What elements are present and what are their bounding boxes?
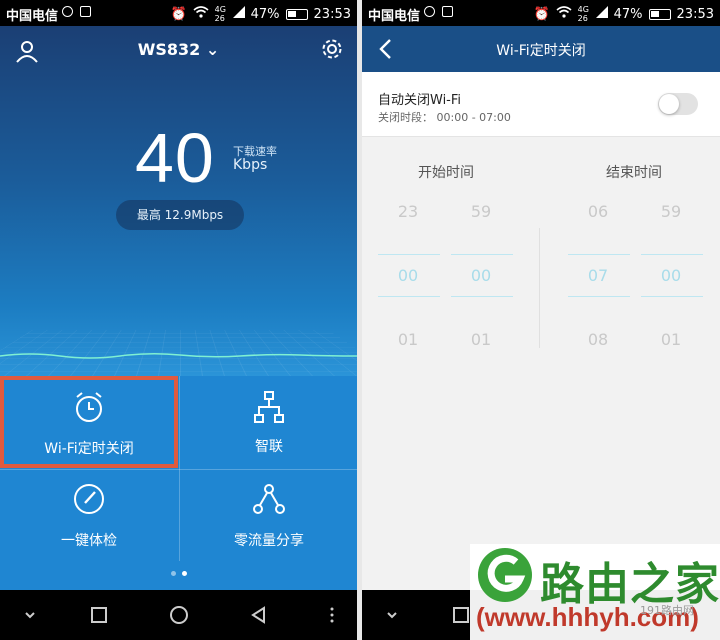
- selection-line: [451, 254, 513, 255]
- alarm-icon: ⏰: [533, 6, 550, 22]
- end-hour-prev[interactable]: 06: [568, 202, 628, 221]
- tile-wifi-timer[interactable]: Wi-Fi定时关闭: [0, 376, 178, 468]
- tile-zero-data-share[interactable]: 零流量分享: [180, 470, 357, 562]
- battery-percent: 47%: [250, 6, 280, 22]
- page-dot-active: [181, 571, 187, 576]
- start-hour-prev[interactable]: 23: [378, 202, 438, 221]
- image-icon: [442, 6, 453, 17]
- alarm-icon: ⏰: [170, 6, 187, 22]
- watermark-small-text: 191路由网: [640, 604, 694, 617]
- tile-label: 一键体检: [61, 533, 117, 549]
- status-bar: 中国电信 ⏰ 4G 26 47% 23:53: [362, 0, 720, 26]
- wifi-icon: [556, 6, 572, 22]
- speed-wave-line: [0, 352, 357, 359]
- watermark-logo-icon: [478, 548, 532, 602]
- selection-line: [451, 296, 513, 297]
- notification-icon: [424, 6, 435, 17]
- page-indicator: [0, 561, 357, 591]
- recent-apps-icon[interactable]: [89, 605, 109, 625]
- picker-separator: [539, 228, 540, 348]
- chevron-down-icon[interactable]: [20, 605, 40, 625]
- wifi-icon: [193, 6, 209, 22]
- download-speed-value: 40: [135, 119, 215, 197]
- tile-smart-link[interactable]: 智联: [180, 376, 357, 468]
- carrier-label: 中国电信: [368, 9, 421, 24]
- image-icon: [80, 6, 91, 17]
- start-hour-selected[interactable]: 00: [378, 266, 438, 285]
- selection-line: [641, 254, 703, 255]
- network-type-badge: 4G 26: [214, 5, 226, 23]
- start-hour-next[interactable]: 01: [378, 330, 438, 349]
- start-time-header: 开始时间: [418, 165, 474, 181]
- selection-line: [378, 296, 440, 297]
- more-icon[interactable]: [322, 605, 342, 625]
- signal-icon: [595, 6, 608, 22]
- chevron-down-icon: ⌄: [205, 40, 220, 59]
- page-dot: [170, 571, 176, 576]
- notification-icon: [62, 6, 73, 17]
- end-minute-selected[interactable]: 00: [641, 266, 701, 285]
- network-tree-icon: [254, 391, 284, 423]
- network-selector[interactable]: WS832 ⌄: [0, 40, 357, 59]
- router-home-screen: 中国电信 ⏰ 4G 26 47% 23:53 WS832 ⌄ 40 下载速率 K…: [0, 0, 357, 640]
- end-minute-prev[interactable]: 59: [641, 202, 701, 221]
- network-name: WS832: [137, 40, 201, 59]
- gauge-icon: [74, 484, 104, 514]
- start-minute-prev[interactable]: 59: [451, 202, 511, 221]
- clock-time: 23:53: [676, 6, 714, 22]
- auto-off-label: 自动关闭Wi-Fi: [378, 93, 462, 108]
- clock-time: 23:53: [313, 6, 351, 22]
- feature-grid: Wi-Fi定时关闭 智联 一键体检 零流量分享: [0, 376, 357, 561]
- peak-speed-badge: 最高 12.9Mbps: [116, 200, 244, 230]
- home-icon[interactable]: [169, 605, 189, 625]
- recent-apps-icon[interactable]: [451, 605, 471, 625]
- navigation-bar: [0, 590, 357, 640]
- speed-unit: Kbps: [233, 157, 268, 173]
- tile-health-check[interactable]: 一键体检: [0, 470, 178, 562]
- auto-off-row: 自动关闭Wi-Fi 关闭时段： 00:00 - 07:00: [362, 72, 720, 137]
- tile-label: 零流量分享: [234, 533, 304, 549]
- alarm-clock-icon: [76, 392, 102, 422]
- off-period-text: 关闭时段： 00:00 - 07:00: [378, 111, 511, 124]
- app-header: Wi-Fi定时关闭: [362, 26, 720, 72]
- start-minute-next[interactable]: 01: [451, 330, 511, 349]
- auto-off-toggle[interactable]: [658, 93, 698, 115]
- end-hour-next[interactable]: 08: [568, 330, 628, 349]
- end-minute-next[interactable]: 01: [641, 330, 701, 349]
- gear-icon[interactable]: [321, 38, 343, 60]
- speed-panel: WS832 ⌄ 40 下载速率 Kbps 最高 12.9Mbps: [0, 26, 357, 376]
- start-minute-selected[interactable]: 00: [451, 266, 511, 285]
- battery-percent: 47%: [613, 6, 643, 22]
- selection-line: [378, 254, 440, 255]
- tile-label: Wi-Fi定时关闭: [44, 441, 134, 457]
- back-icon[interactable]: [249, 605, 269, 625]
- signal-icon: [232, 6, 245, 22]
- site-watermark: 路由之家 (www.hhhyh.com) 191路由网: [470, 544, 720, 640]
- selection-line: [568, 296, 630, 297]
- toggle-knob: [659, 94, 679, 114]
- battery-icon: [648, 8, 671, 20]
- status-bar: 中国电信 ⏰ 4G 26 47% 23:53: [0, 0, 357, 26]
- end-hour-selected[interactable]: 07: [568, 266, 628, 285]
- selection-line: [641, 296, 703, 297]
- page-title: Wi-Fi定时关闭: [496, 43, 586, 59]
- carrier-label: 中国电信: [6, 9, 59, 24]
- chevron-down-icon[interactable]: [382, 605, 402, 625]
- end-time-header: 结束时间: [606, 165, 662, 181]
- selection-line: [568, 254, 630, 255]
- battery-icon: [285, 8, 308, 20]
- network-type-badge: 4G 26: [577, 5, 589, 23]
- share-icon: [253, 484, 285, 514]
- tile-label: 智联: [255, 439, 283, 455]
